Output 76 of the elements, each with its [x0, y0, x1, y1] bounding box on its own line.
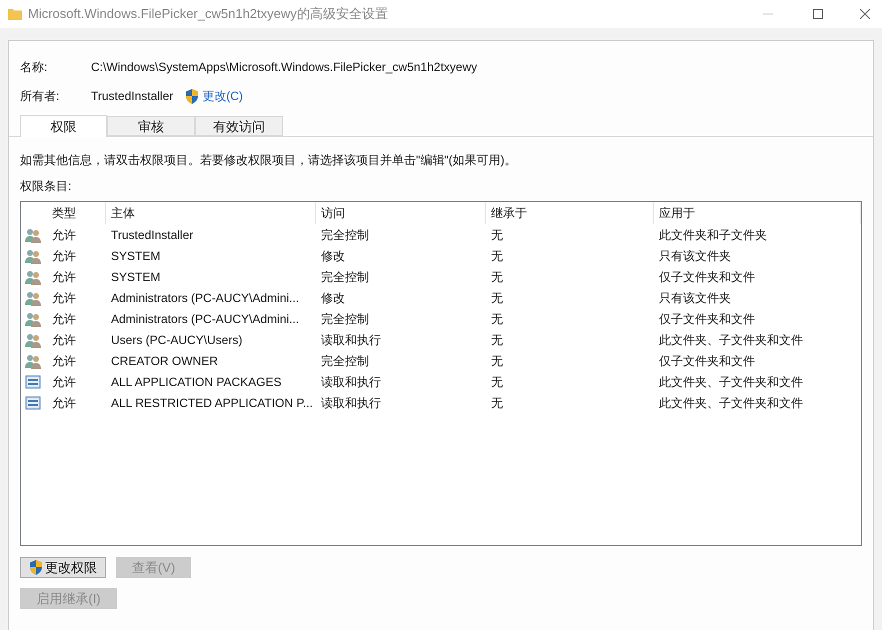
column-header[interactable]: 继承于 — [486, 202, 654, 224]
users-icon — [25, 310, 41, 326]
table-cell-text: 此文件夹、子文件夹和文件 — [658, 374, 804, 390]
table-cell-text: Administrators (PC-AUCY\Admini... — [110, 290, 300, 306]
owner-label: 所有者: — [20, 88, 60, 105]
table-cell-text: ALL RESTRICTED APPLICATION P... — [110, 394, 314, 412]
table-cell-text: 仅子文件夹和文件 — [658, 268, 756, 286]
table-cell-text: 完全控制 — [320, 352, 370, 370]
table-cell-text: Users (PC-AUCY\Users) — [110, 332, 244, 348]
users-icon — [25, 352, 41, 368]
users-icon — [25, 268, 41, 284]
column-header[interactable]: 类型 — [47, 202, 106, 224]
table-cell-text: 允许 — [51, 332, 77, 348]
table-cell-text: 修改 — [320, 248, 346, 264]
package-icon — [25, 394, 41, 410]
table-cell-text: 读取和执行 — [320, 394, 382, 412]
owner-value: TrustedInstaller — [91, 88, 174, 105]
column-header[interactable]: 应用于 — [654, 202, 861, 224]
name-value: C:\Windows\SystemApps\Microsoft.Windows.FilePicker_cw5n1h2txyewy — [91, 59, 478, 76]
table-cell-text: 允许 — [51, 394, 77, 412]
table-cell-text: CREATOR OWNER — [110, 352, 219, 370]
users-icon — [25, 332, 41, 348]
table-cell-text: 此文件夹和子文件夹 — [658, 226, 768, 244]
table-cell-text: 允许 — [51, 248, 77, 264]
table-cell-text: 允许 — [51, 310, 77, 328]
table-cell-text: 允许 — [51, 268, 77, 286]
table-cell-text: 无 — [490, 394, 504, 412]
table-cell-text: 无 — [490, 352, 504, 370]
table-cell-text: 此文件夹、子文件夹和文件 — [658, 394, 804, 412]
change-owner-link[interactable]: 更改(C) — [202, 87, 243, 105]
table-cell-text: 无 — [490, 374, 504, 390]
table-cell-text: SYSTEM — [110, 248, 162, 264]
table-cell-text: 完全控制 — [320, 226, 370, 244]
entries-label: 权限条目: — [20, 178, 72, 195]
column-header[interactable]: 访问 — [316, 202, 486, 224]
table-cell-text: 完全控制 — [320, 310, 370, 328]
table-cell-text: TrustedInstaller — [110, 226, 194, 244]
table-cell-text: 此文件夹、子文件夹和文件 — [658, 332, 804, 348]
table-cell-text: 允许 — [51, 374, 77, 390]
table-cell-text: 仅子文件夹和文件 — [658, 310, 756, 328]
table-cell-text: 只有该文件夹 — [658, 248, 732, 264]
shield-icon — [185, 88, 200, 104]
package-icon — [25, 374, 41, 390]
table-cell-text: 允许 — [51, 290, 77, 306]
tab[interactable]: 审核 — [107, 116, 195, 136]
table-cell-text: 仅子文件夹和文件 — [658, 352, 756, 370]
table-cell-text: Administrators (PC-AUCY\Admini... — [110, 310, 300, 328]
users-icon — [25, 226, 41, 242]
table-cell-text: 允许 — [51, 226, 77, 244]
table-cell-text: 无 — [490, 268, 504, 286]
users-icon — [25, 248, 41, 264]
change-permissions-button[interactable]: 更改权限 — [20, 557, 106, 578]
table-cell-text: 允许 — [51, 352, 77, 370]
users-icon — [25, 290, 41, 306]
close-icon[interactable] — [860, 9, 870, 19]
tab[interactable]: 有效访问 — [195, 116, 283, 136]
table-cell-text: 读取和执行 — [320, 374, 382, 390]
column-header[interactable]: 主体 — [106, 202, 316, 224]
table-cell-text: 无 — [490, 226, 504, 244]
table-cell-text: SYSTEM — [110, 268, 162, 286]
table-cell-text: 无 — [490, 248, 504, 264]
maximize-icon[interactable] — [813, 9, 823, 19]
table-cell-text: 完全控制 — [320, 268, 370, 286]
table-cell-text: 读取和执行 — [320, 332, 382, 348]
table-cell-text: 无 — [490, 310, 504, 328]
table-cell-text: 无 — [490, 290, 504, 306]
window-title: Microsoft.Windows.FilePicker_cw5n1h2txyewy的高级安全设置 — [28, 5, 388, 24]
table-cell-text: 无 — [490, 332, 504, 348]
table-cell-text: ALL APPLICATION PACKAGES — [110, 374, 283, 390]
info-text: 如需其他信息，请双击权限项目。若要修改权限项目，请选择该项目并单击"编辑"(如果可用)。 — [20, 152, 518, 169]
shield-icon — [29, 560, 43, 575]
table-cell-text: 只有该文件夹 — [658, 290, 732, 306]
tab[interactable]: 权限 — [20, 115, 107, 137]
folder-icon — [8, 8, 22, 20]
table-cell-text: 修改 — [320, 290, 346, 306]
name-label: 名称: — [20, 59, 48, 76]
